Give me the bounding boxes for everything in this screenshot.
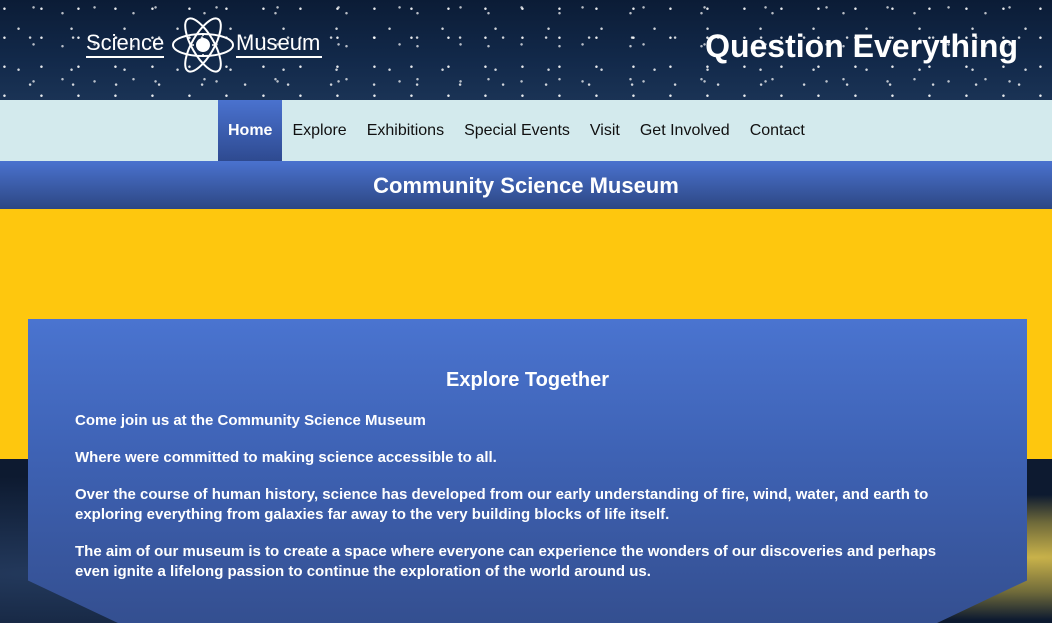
- section-heading: Explore Together: [446, 369, 609, 391]
- paragraph-intro: Come join us at the Community Science Mu…: [75, 412, 426, 429]
- nav-item-home[interactable]: Home: [218, 100, 283, 161]
- paragraph-aim: The aim of our museum is to create a spa…: [75, 543, 937, 580]
- section-body: Come join us at the Community Science Mu…: [75, 411, 955, 599]
- explore-together-card: Explore Together Come join us at the Com…: [28, 319, 1027, 623]
- logo-word-science: Science: [86, 30, 165, 55]
- nav-item-special-events[interactable]: Special Events: [454, 100, 580, 161]
- site-tagline: Question Everything: [705, 28, 1018, 64]
- atom-logo-icon: [172, 17, 234, 73]
- nav-item-exhibitions[interactable]: Exhibitions: [357, 100, 454, 161]
- nav-item-get-involved[interactable]: Get Involved: [630, 100, 740, 161]
- main-navigation: Home Explore Exhibitions Special Events …: [0, 100, 1052, 161]
- nav-item-contact[interactable]: Contact: [740, 100, 815, 161]
- logo-underline-right: [236, 56, 322, 58]
- site-logo[interactable]: Science Museum: [86, 8, 326, 84]
- page-title: Community Science Museum: [0, 161, 1052, 209]
- logo-word-museum: Museum: [236, 30, 321, 55]
- site-header: Science Museum Question Everything: [0, 0, 1052, 100]
- nav-item-visit[interactable]: Visit: [580, 100, 630, 161]
- paragraph-history: Over the course of human history, scienc…: [75, 486, 929, 523]
- logo-underline-left: [86, 56, 164, 58]
- nav-item-explore[interactable]: Explore: [282, 100, 356, 161]
- nav-list: Home Explore Exhibitions Special Events …: [218, 100, 815, 161]
- paragraph-commitment: Where were committed to making science a…: [75, 449, 497, 466]
